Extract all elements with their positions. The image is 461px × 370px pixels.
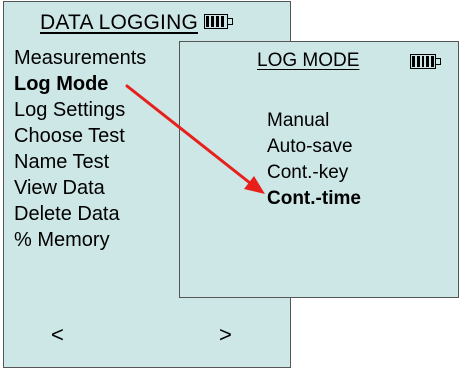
log-mode-popup: LOG MODE Manual Auto-save Cont.-key Cont…	[179, 41, 459, 298]
option-cont-key[interactable]: Cont.-key	[267, 160, 361, 186]
prev-button[interactable]: <	[51, 322, 64, 348]
log-mode-options: Manual Auto-save Cont.-key Cont.-time	[267, 108, 361, 212]
menu-item-choose-test[interactable]: Choose Test	[14, 123, 146, 149]
menu-item-memory[interactable]: % Memory	[14, 227, 146, 253]
menu-item-measurements[interactable]: Measurements	[14, 45, 146, 71]
menu-item-delete-data[interactable]: Delete Data	[14, 201, 146, 227]
menu-item-view-data[interactable]: View Data	[14, 175, 146, 201]
option-cont-time[interactable]: Cont.-time	[267, 186, 361, 212]
option-auto-save[interactable]: Auto-save	[267, 134, 361, 160]
screen-title: DATA LOGGING	[40, 11, 198, 34]
menu-item-log-settings[interactable]: Log Settings	[14, 97, 146, 123]
menu-item-name-test[interactable]: Name Test	[14, 149, 146, 175]
option-manual[interactable]: Manual	[267, 108, 361, 134]
main-menu: Measurements Log Mode Log Settings Choos…	[14, 45, 146, 253]
popup-title: LOG MODE	[257, 50, 360, 71]
next-button[interactable]: >	[219, 322, 232, 348]
menu-item-log-mode[interactable]: Log Mode	[14, 71, 146, 97]
